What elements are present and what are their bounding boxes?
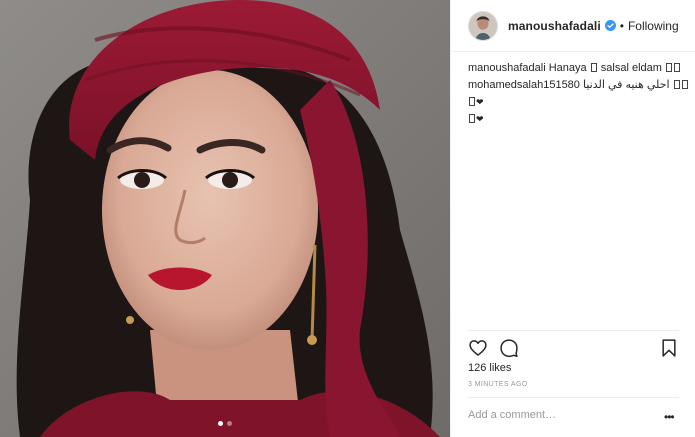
small-heart-icon: ❤ <box>476 97 484 107</box>
avatar[interactable] <box>468 10 498 41</box>
more-options-icon[interactable]: ••• <box>664 410 675 424</box>
emoji-placeholder-icon <box>469 114 475 123</box>
small-heart-icon: ❤ <box>476 114 484 124</box>
emoji-placeholder-icon <box>673 80 680 89</box>
divider <box>468 330 679 331</box>
post-header: manoushafadali • Following <box>451 0 695 52</box>
post-timestamp[interactable]: 3 MINUTES AGO <box>468 381 528 388</box>
emoji-placeholder-icon <box>469 97 475 106</box>
action-bar <box>468 338 679 358</box>
comment-text: احلي هنيه في الدنيا <box>582 79 670 91</box>
verified-badge-icon <box>604 20 616 31</box>
comment-username[interactable]: mohamedsalah151580 <box>468 79 580 91</box>
emoji-placeholder-icon <box>681 80 688 89</box>
carousel-dot[interactable] <box>227 421 232 426</box>
caption: manoushafadali Hanaya salsal eldam <box>468 60 690 77</box>
carousel-dots <box>0 421 450 426</box>
caption-text-part1: Hanaya <box>548 62 587 74</box>
divider <box>468 397 679 398</box>
comments-list: manoushafadali Hanaya salsal eldam moham… <box>468 60 690 128</box>
avatar-image <box>469 11 497 40</box>
post-side-panel: manoushafadali • Following manoushafadal… <box>450 0 695 437</box>
caption-text-part2: salsal eldam <box>600 62 662 74</box>
likes-count[interactable]: 126 likes <box>468 362 511 374</box>
emoji-placeholder-icon <box>665 63 672 72</box>
emoji-placeholder-icon <box>673 63 680 72</box>
carousel-dot-active[interactable] <box>218 421 223 426</box>
comment-icon[interactable] <box>499 338 519 358</box>
caption-username[interactable]: manoushafadali <box>468 62 546 74</box>
following-button[interactable]: Following <box>628 19 679 33</box>
post-image[interactable] <box>0 0 450 437</box>
header-username[interactable]: manoushafadali <box>508 19 601 33</box>
bookmark-icon[interactable] <box>659 338 679 358</box>
heart-icon[interactable] <box>468 338 488 358</box>
add-comment-input[interactable]: Add a comment… <box>468 409 556 421</box>
comment: mohamedsalah151580 احلي هنيه في الدنيا ❤… <box>468 77 690 128</box>
header-separator: • <box>619 18 624 33</box>
instagram-post: manoushafadali • Following manoushafadal… <box>0 0 695 437</box>
photo-woman-red-headscarf <box>0 0 450 437</box>
emoji-placeholder-icon <box>590 63 597 72</box>
